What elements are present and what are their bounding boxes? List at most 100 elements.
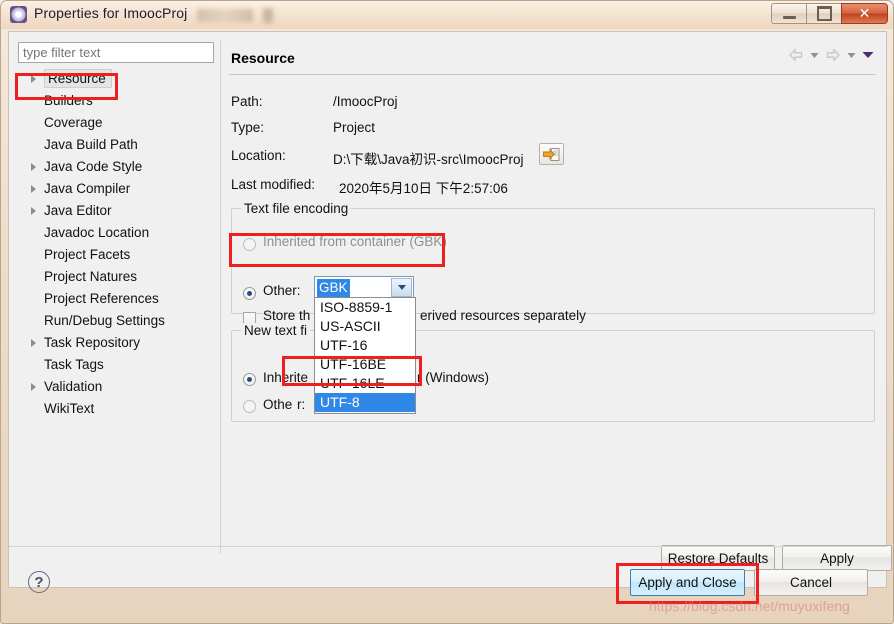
sidebar-item-label: Java Compiler xyxy=(44,181,130,196)
sidebar-item-javadoc-location[interactable]: Javadoc Location xyxy=(18,222,214,244)
delimiter-other-label-tail: r: xyxy=(297,397,305,412)
dropdown-option[interactable]: UTF-16LE xyxy=(315,374,415,393)
encoding-inherited-radio[interactable] xyxy=(243,238,256,251)
field-type-value: Project xyxy=(333,120,375,135)
eclipse-gear-icon xyxy=(10,6,27,23)
apply-button[interactable]: Apply xyxy=(782,545,892,571)
apply-and-close-button[interactable]: Apply and Close xyxy=(630,569,745,596)
encoding-combo-chevron-down-icon[interactable] xyxy=(391,278,412,297)
field-location-label: Location: xyxy=(231,148,286,163)
encoding-other-radio[interactable] xyxy=(243,287,256,300)
sidebar-item-java-compiler[interactable]: Java Compiler xyxy=(18,178,214,200)
dropdown-option[interactable]: US-ASCII xyxy=(315,317,415,336)
forward-arrow-icon[interactable] xyxy=(825,48,841,62)
open-folder-arrow-icon-button[interactable] xyxy=(539,143,564,165)
properties-dialog-window: Properties for ImoocProj ✕ Resource Build… xyxy=(0,0,894,624)
dropdown-option[interactable]: UTF-16BE xyxy=(315,355,415,374)
delimiter-other-label: Othe xyxy=(263,397,292,412)
delimiter-inherited-label-tail: r (Windows) xyxy=(417,370,489,385)
sidebar-item-java-editor[interactable]: Java Editor xyxy=(18,200,214,222)
encoding-dropdown-list[interactable]: ISO-8859-1US-ASCIIUTF-16UTF-16BEUTF-16LE… xyxy=(314,297,416,414)
sidebar-item-label: Project Natures xyxy=(44,269,137,284)
encoding-combo-value: GBK xyxy=(317,279,350,297)
filter-input[interactable] xyxy=(18,42,214,63)
sidebar-item-label: Java Build Path xyxy=(44,137,138,152)
sidebar-item-wikitext[interactable]: WikiText xyxy=(18,398,214,420)
sidebar-item-task-repository[interactable]: Task Repository xyxy=(18,332,214,354)
sidebar-item-label: Javadoc Location xyxy=(44,225,149,240)
sidebar-item-label: Project References xyxy=(44,291,159,306)
watermark: https://blog.csdn.net/muyuxifeng xyxy=(649,598,850,614)
expand-arrow-icon[interactable] xyxy=(31,163,36,171)
dropdown-option[interactable]: ISO-8859-1 xyxy=(315,298,415,317)
field-path-label: Path: xyxy=(231,94,263,109)
settings-tree[interactable]: Resource Builders Coverage Java Build Path J… xyxy=(18,68,214,553)
sidebar-item-label: Task Repository xyxy=(44,335,140,350)
field-last-modified-value: 2020年5月10日 下午2:57:06 xyxy=(339,177,508,197)
footer-separator xyxy=(9,546,887,547)
page-title: Resource xyxy=(231,50,295,66)
question-mark-icon-button[interactable]: ? xyxy=(28,571,50,593)
dropdown-option[interactable]: UTF-8 xyxy=(315,393,415,412)
sidebar-item-label: Validation xyxy=(44,379,102,394)
view-menu-chevron-down-filled-icon[interactable] xyxy=(862,51,874,59)
window-controls: ✕ xyxy=(771,3,888,24)
sidebar-item-label: Project Facets xyxy=(44,247,130,262)
close-button[interactable]: ✕ xyxy=(841,3,888,24)
panel-divider xyxy=(220,40,221,554)
sidebar-item-java-code-style[interactable]: Java Code Style xyxy=(18,156,214,178)
dropdown-option[interactable]: UTF-16 xyxy=(315,336,415,355)
sidebar-item-label: Coverage xyxy=(44,115,103,130)
sidebar-item-project-facets[interactable]: Project Facets xyxy=(18,244,214,266)
sidebar-item-coverage[interactable]: Coverage xyxy=(18,112,214,134)
panel-nav-icons xyxy=(788,48,874,62)
text-file-encoding-label: Text file encoding xyxy=(241,201,351,216)
sidebar-item-label: Resource xyxy=(44,69,112,88)
sidebar-item-java-build-path[interactable]: Java Build Path xyxy=(18,134,214,156)
store-separately-label-tail: erived resources separately xyxy=(420,308,586,323)
new-text-file-delimiter-label: New text fi xyxy=(241,323,310,338)
sidebar-item-project-natures[interactable]: Project Natures xyxy=(18,266,214,288)
sidebar-item-label: Run/Debug Settings xyxy=(44,313,165,328)
encoding-other-label: Other: xyxy=(263,283,301,298)
store-separately-label-head: Store th xyxy=(263,308,310,323)
expand-arrow-icon[interactable] xyxy=(31,383,36,391)
sidebar-item-label: Task Tags xyxy=(44,357,104,372)
maximize-button[interactable] xyxy=(806,3,841,24)
sidebar-item-validation[interactable]: Validation xyxy=(18,376,214,398)
cancel-button[interactable]: Cancel xyxy=(754,569,868,596)
delimiter-other-radio[interactable] xyxy=(243,400,256,413)
title-blurred-region xyxy=(197,9,253,22)
forward-menu-chevron-down-icon[interactable] xyxy=(847,52,856,59)
expand-arrow-icon[interactable] xyxy=(31,75,36,83)
encoding-inherited-label: Inherited from container (GBK) xyxy=(263,234,447,249)
restore-defaults-button[interactable]: Restore Defaults xyxy=(661,545,775,571)
title-bar: Properties for ImoocProj ✕ xyxy=(1,1,893,29)
title-blurred-region-2 xyxy=(263,8,273,23)
back-menu-chevron-down-icon[interactable] xyxy=(810,52,819,59)
field-type-label: Type: xyxy=(231,120,264,135)
expand-arrow-icon[interactable] xyxy=(31,339,36,347)
field-path-value: /ImoocProj xyxy=(333,94,398,109)
dialog-body: Resource Builders Coverage Java Build Path J… xyxy=(8,31,887,588)
sidebar-item-label: Builders xyxy=(44,93,93,108)
minimize-button[interactable] xyxy=(771,3,806,24)
sidebar-item-task-tags[interactable]: Task Tags xyxy=(18,354,214,376)
sidebar-item-label: WikiText xyxy=(44,401,94,416)
delimiter-inherited-radio[interactable] xyxy=(243,373,256,386)
delimiter-inherited-label-head: Inherite xyxy=(263,370,308,385)
expand-arrow-icon[interactable] xyxy=(31,185,36,193)
sidebar-item-project-references[interactable]: Project References xyxy=(18,288,214,310)
back-arrow-icon[interactable] xyxy=(788,48,804,62)
sidebar-item-label: Java Code Style xyxy=(44,159,142,174)
sidebar-item-resource[interactable]: Resource xyxy=(18,68,214,90)
title-separator xyxy=(229,74,876,75)
sidebar-item-label: Java Editor xyxy=(44,203,112,218)
expand-arrow-icon[interactable] xyxy=(31,207,36,215)
field-last-modified-label: Last modified: xyxy=(231,177,315,192)
field-location-value: D:\下载\Java初识-src\ImoocProj xyxy=(333,148,524,168)
window-title: Properties for ImoocProj xyxy=(34,5,187,21)
encoding-combo[interactable]: GBK xyxy=(314,276,414,299)
sidebar-item-run-debug-settings[interactable]: Run/Debug Settings xyxy=(18,310,214,332)
sidebar-item-builders[interactable]: Builders xyxy=(18,90,214,112)
